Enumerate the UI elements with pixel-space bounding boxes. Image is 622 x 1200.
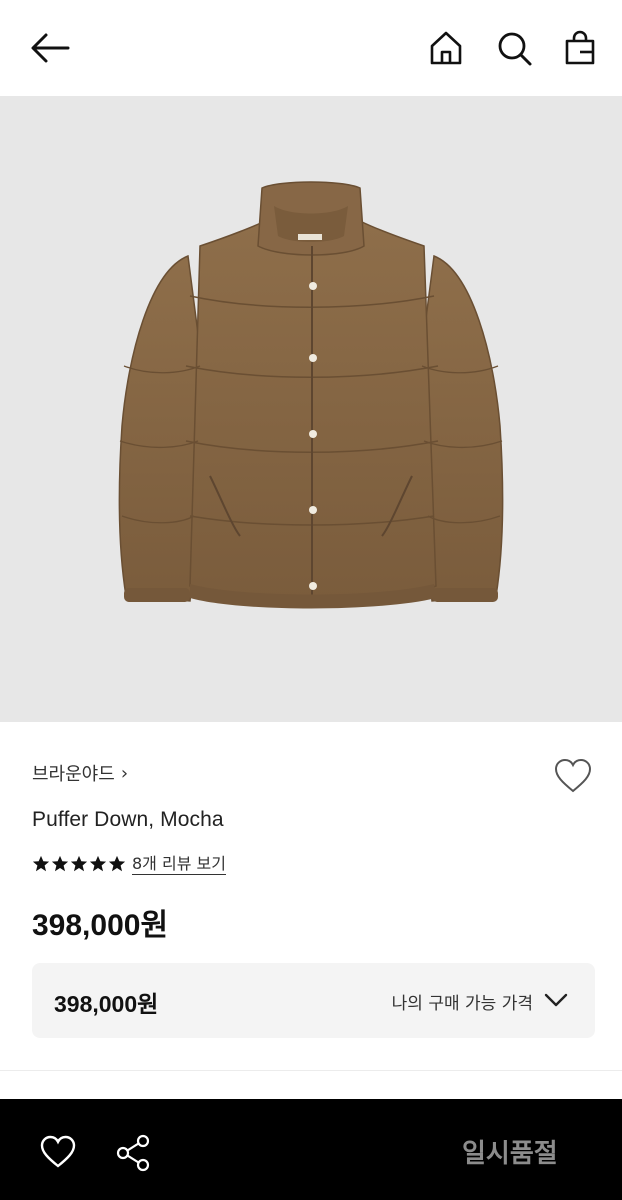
rating-stars [32,855,126,873]
chevron-down-icon [544,993,568,1007]
heart-icon [554,758,592,793]
my-price-dropdown[interactable]: 398,000원 나의 구매 가능 가격 [32,963,595,1038]
bottom-action-bar: 일시품절 [0,1099,622,1200]
back-button[interactable] [28,28,72,68]
heart-icon [40,1135,76,1168]
home-icon [430,31,462,65]
puffer-jacket-illustration [118,181,504,609]
brand-name: 브라운야드 [32,764,115,785]
share-button[interactable] [114,1133,154,1173]
product-image[interactable] [0,96,622,722]
bottom-wishlist-button[interactable] [38,1133,78,1171]
star-icon [108,855,126,872]
home-button[interactable] [426,28,466,68]
wishlist-button[interactable] [552,756,594,796]
top-navigation-bar [0,0,622,96]
product-name: Puffer Down, Mocha [32,808,224,831]
cart-button[interactable] [560,28,600,68]
shopping-bag-icon [565,30,595,65]
arrow-left-icon [31,33,70,63]
my-price-label: 나의 구매 가능 가격 [391,994,533,1014]
search-button[interactable] [494,28,534,68]
product-price: 398,000원 [32,909,169,942]
sold-out-status: 일시품절 [462,1139,558,1169]
share-icon [116,1134,150,1172]
brand-link[interactable]: 브라운야드 › [32,760,128,786]
chevron-right-icon: › [120,762,129,784]
star-icon [89,855,107,872]
star-icon [70,855,88,872]
rating-row: 8개 리뷰 보기 [32,852,226,876]
section-divider [0,1070,622,1071]
star-icon [51,855,69,872]
star-icon [32,855,50,872]
review-link[interactable]: 8개 리뷰 보기 [132,854,226,875]
my-price-value: 398,000원 [54,991,159,1017]
search-icon [498,32,532,66]
